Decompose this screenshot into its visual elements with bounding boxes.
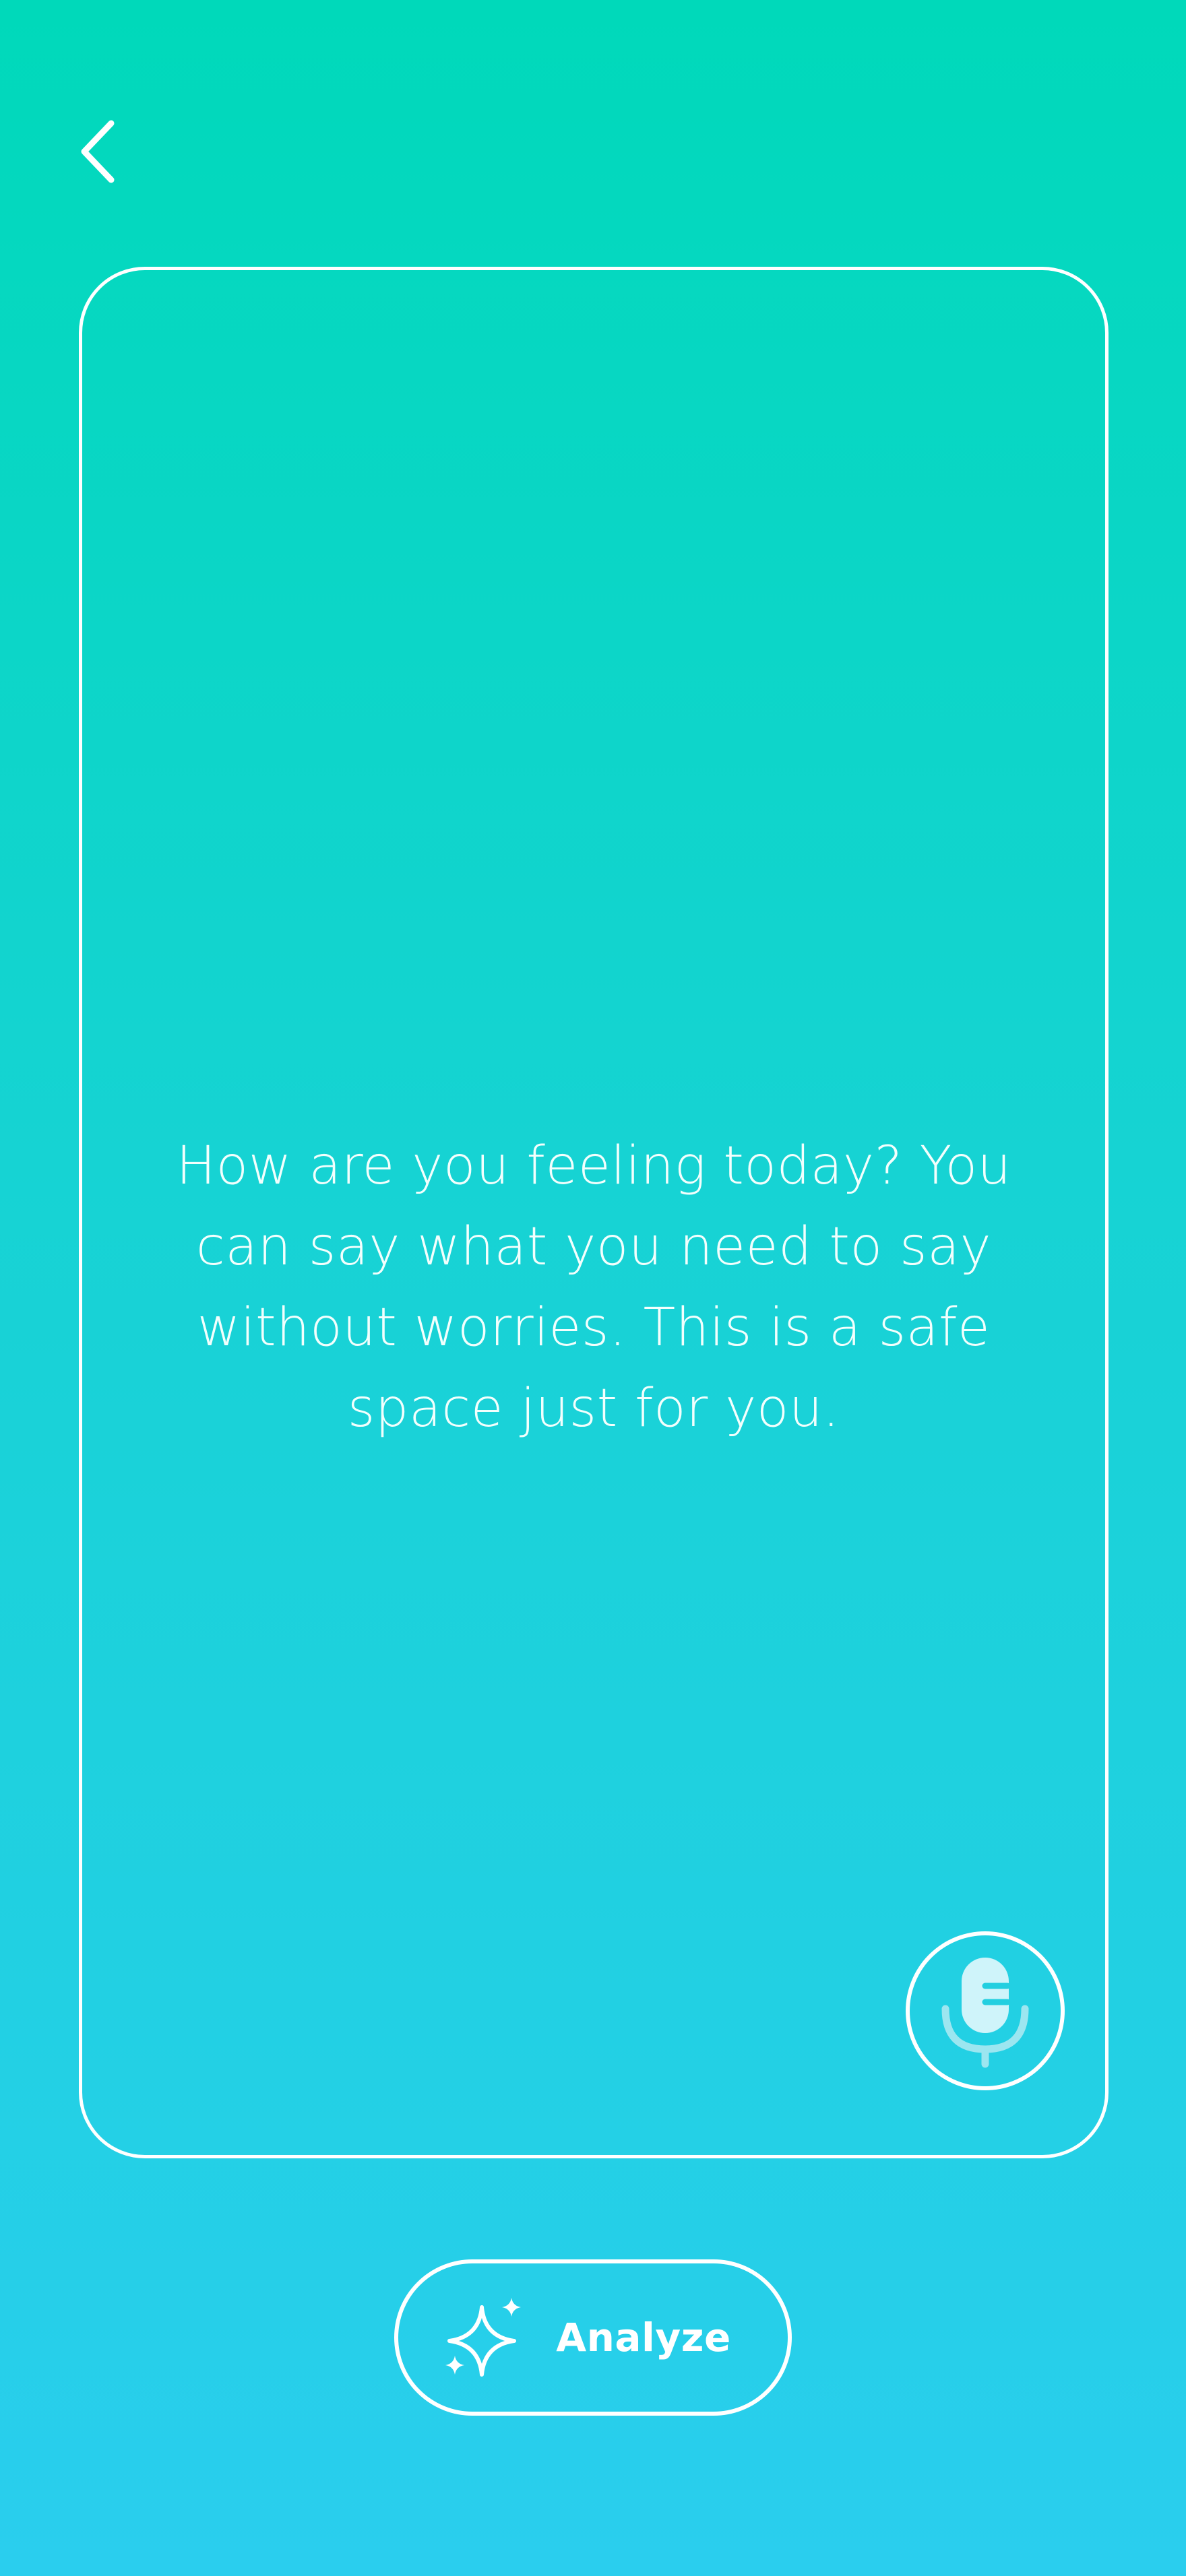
back-button[interactable] [67, 115, 128, 189]
sparkles-icon [445, 2298, 522, 2377]
analyze-button[interactable]: Analyze [394, 2259, 792, 2416]
voice-input-button[interactable] [906, 1931, 1065, 2090]
journal-prompt-text: How are you feeling today? You can say w… [176, 1136, 1011, 1439]
journal-entry-card[interactable]: How are you feeling today? You can say w… [79, 267, 1109, 2158]
microphone-icon [941, 1958, 1029, 2068]
chevron-left-icon [81, 120, 115, 183]
analyze-button-label: Analyze [556, 2315, 731, 2360]
